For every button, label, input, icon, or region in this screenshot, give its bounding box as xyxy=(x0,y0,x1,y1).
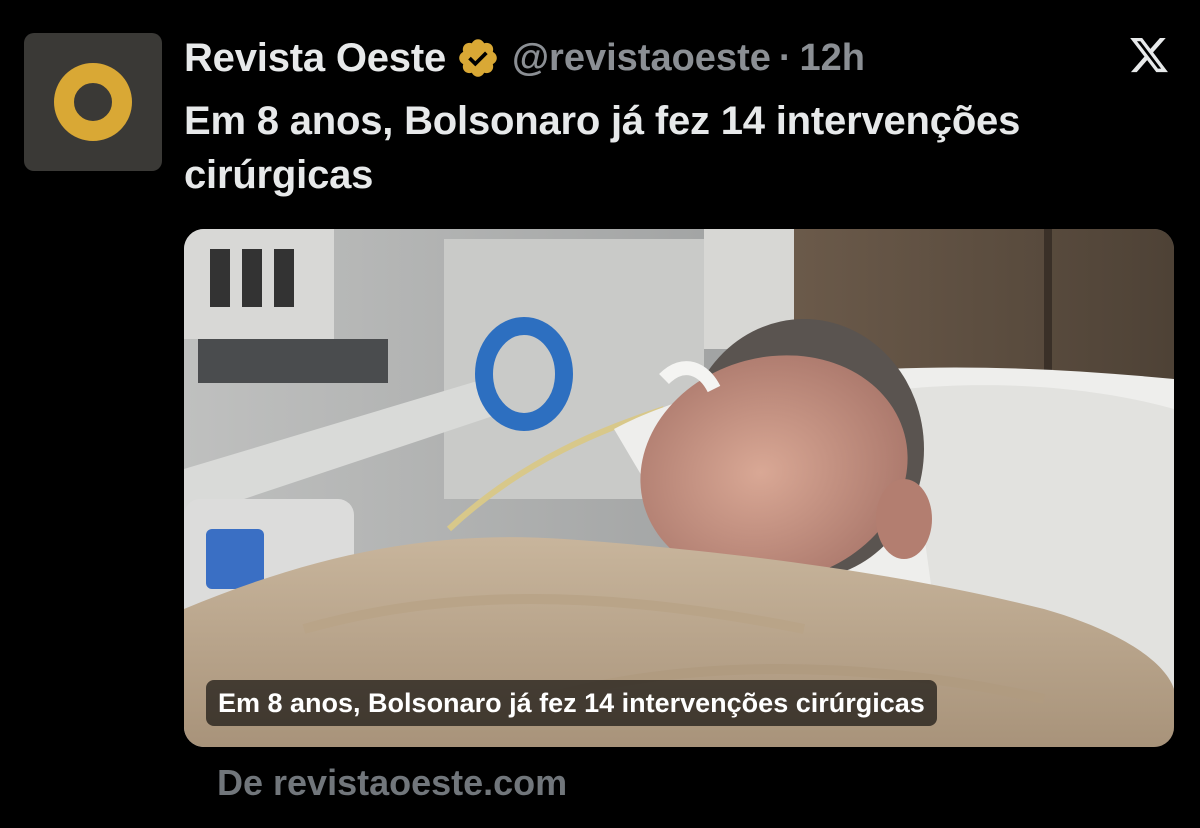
profile-avatar[interactable] xyxy=(24,33,162,171)
media-card[interactable]: Em 8 anos, Bolsonaro já fez 14 intervenç… xyxy=(184,229,1174,747)
timestamp[interactable]: 12h xyxy=(800,37,865,80)
hospital-patient-photo-icon xyxy=(184,229,1174,747)
source-link[interactable]: De revistaoeste.com xyxy=(217,762,567,804)
display-name[interactable]: Revista Oeste xyxy=(184,36,446,81)
tweet-text: Em 8 anos, Bolsonaro já fez 14 intervenç… xyxy=(184,99,1021,197)
user-handle[interactable]: @revistaoeste xyxy=(512,37,771,80)
tweet-header: Revista Oeste @revistaoeste · 12h xyxy=(184,32,865,84)
tweet-card[interactable]: Revista Oeste @revistaoeste · 12h Em 8 a… xyxy=(0,0,1200,828)
verified-badge-icon xyxy=(459,39,497,77)
separator-dot: · xyxy=(778,36,792,79)
media-caption: Em 8 anos, Bolsonaro já fez 14 intervenç… xyxy=(206,680,937,726)
x-logo-icon xyxy=(1130,37,1168,73)
revista-oeste-logo-icon xyxy=(54,63,132,141)
